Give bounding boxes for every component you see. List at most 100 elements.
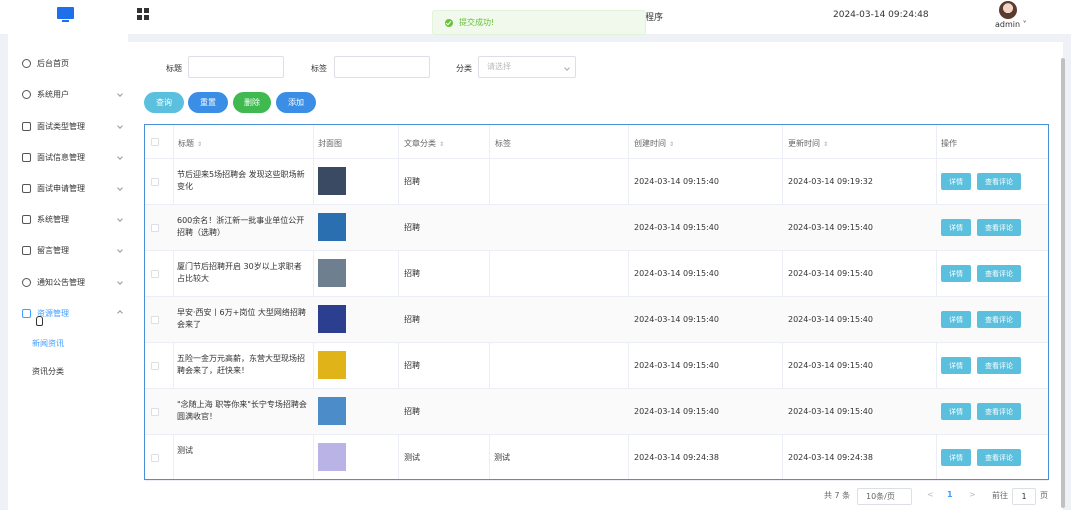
clock-icon [22,58,31,68]
table-row: 早安·西安丨6万+岗位 大型网络招聘会来了 招聘 2024-03-14 09:15:… [145,297,1048,343]
row-checkbox[interactable] [151,408,159,416]
sidebar-item-system-manage[interactable]: 系统管理 [22,212,130,226]
vertical-scrollbar[interactable] [1061,58,1065,508]
view-comments-button[interactable]: 查看评论 [977,449,1021,466]
row-checkbox[interactable] [151,362,159,370]
cell-title: 厦门节后招聘开启 30岁以上求职者占比较大 [177,262,302,283]
sort-icon: ⇕ [669,141,675,148]
row-checkbox[interactable] [151,454,159,462]
add-button[interactable]: 添加 [276,92,316,113]
chevron-down-icon [117,247,123,253]
th-ops: 操作 [941,139,957,148]
goto-page-input[interactable]: 1 [1012,488,1036,505]
sidebar-item-label: 面试信息管理 [37,152,85,162]
th-title[interactable]: 标题 ⇕ [178,138,202,149]
cell-updated-time: 2024-03-14 09:15:40 [788,269,873,278]
cell-updated-time: 2024-03-14 09:15:40 [788,223,873,232]
cover-thumbnail [318,397,346,425]
sidebar-item-home[interactable]: 后台首页 [22,56,130,70]
table-row: 600余名！浙江新一批事业单位公开招聘（选聘） 招聘 2024-03-14 09:1… [145,205,1048,251]
row-checkbox[interactable] [151,316,159,324]
table-row: 厦门节后招聘开启 30岁以上求职者占比较大 招聘 2024-03-14 09:15:… [145,251,1048,297]
table-row: "念随上海 职等你来"长宁专场招聘会圆满收官！ 招聘 2024-03-14 09:1… [145,389,1048,435]
cover-thumbnail [318,213,346,241]
row-checkbox[interactable] [151,224,159,232]
detail-button[interactable]: 详情 [941,219,971,236]
sidebar-item-interview-types[interactable]: 面试类型管理 [22,119,130,133]
sort-icon: ⇕ [439,141,445,148]
avatar[interactable] [999,1,1017,19]
page-size-select[interactable]: 10条/页 [857,488,912,505]
row-checkbox[interactable] [151,270,159,278]
row-checkbox[interactable] [151,178,159,186]
delete-button[interactable]: 删除 [233,92,271,113]
detail-button[interactable]: 详情 [941,357,971,374]
cell-updated-time: 2024-03-14 09:19:32 [788,177,873,186]
view-comments-button[interactable]: 查看评论 [977,311,1021,328]
cell-title: 节后迎来5场招聘会 发现这些职场新变化 [177,170,305,191]
sidebar-subitem-news[interactable]: 新闻资讯 [32,338,64,349]
folder-icon [22,308,31,318]
sidebar-item-label: 后台首页 [37,58,69,68]
sidebar-item-messages[interactable]: 留言管理 [22,243,130,257]
next-page-button[interactable]: > [969,490,976,499]
chevron-down-icon [117,216,123,222]
sidebar-subitem-news-category[interactable]: 资讯分类 [32,366,64,377]
chevron-down-icon [117,123,123,129]
th-updated[interactable]: 更新时间 ⇕ [788,138,828,149]
page-unit-label: 页 [1040,491,1048,500]
cell-created-time: 2024-03-14 09:15:40 [634,177,719,186]
detail-button[interactable]: 详情 [941,173,971,190]
view-comments-button[interactable]: 查看评论 [977,173,1021,190]
sidebar-item-system-users[interactable]: 系统用户 [22,87,130,101]
search-button[interactable]: 查询 [144,92,184,113]
check-circle-icon [445,18,453,27]
category-select[interactable]: 请选择 [478,56,576,78]
success-toast: 提交成功! [432,10,646,35]
detail-button[interactable]: 详情 [941,449,971,466]
cover-thumbnail [318,443,346,471]
cell-category: 招聘 [404,361,420,370]
table-row: 节后迎来5场招聘会 发现这些职场新变化 招聘 2024-03-14 09:15:40… [145,159,1048,205]
grid-menu-icon[interactable] [137,8,149,20]
chevron-down-icon [117,154,123,160]
user-menu[interactable]: admin ˅ [995,20,1027,29]
cell-tag: 测试 [494,453,510,462]
reset-button[interactable]: 重置 [188,92,228,113]
detail-button[interactable]: 详情 [941,265,971,282]
news-table: 标题 ⇕ 封面图 文章分类 ⇕ 标签 创建时间 ⇕ 更新时间 ⇕ 操作 节后迎来5场招聘… [144,124,1049,481]
monitor-icon[interactable] [57,7,74,22]
page-number-1[interactable]: 1 [947,490,953,499]
cell-category: 招聘 [404,315,420,324]
cell-title: "念随上海 职等你来"长宁专场招聘会圆满收官！ [177,400,307,421]
detail-button[interactable]: 详情 [941,311,971,328]
sidebar-item-label: 系统用户 [37,89,69,99]
view-comments-button[interactable]: 查看评论 [977,403,1021,420]
title-filter-input[interactable] [188,56,284,78]
header-title: 程序 [645,13,664,23]
message-icon [22,245,31,255]
th-cover: 封面图 [318,139,342,148]
th-created[interactable]: 创建时间 ⇕ [634,138,674,149]
sidebar-item-notices[interactable]: 通知公告管理 [22,275,130,289]
cell-category: 招聘 [404,223,420,232]
cell-created-time: 2024-03-14 09:15:40 [634,407,719,416]
tag-filter-input[interactable] [334,56,430,78]
sidebar-item-interview-apply[interactable]: 面试申请管理 [22,181,130,195]
select-all-checkbox[interactable] [151,138,159,146]
sidebar: 后台首页 系统用户 面试类型管理 面试信息管理 面试申请管理 系统管理 留言管理… [0,34,128,510]
sun-icon [22,277,31,287]
view-comments-button[interactable]: 查看评论 [977,265,1021,282]
user-icon [22,89,31,99]
document-icon [22,183,31,193]
cell-category: 招聘 [404,269,420,278]
sidebar-item-interview-info[interactable]: 面试信息管理 [22,150,130,164]
view-comments-button[interactable]: 查看评论 [977,219,1021,236]
prev-page-button[interactable]: < [927,490,934,499]
th-category[interactable]: 文章分类 ⇕ [404,138,444,149]
view-comments-button[interactable]: 查看评论 [977,357,1021,374]
detail-button[interactable]: 详情 [941,403,971,420]
chevron-down-icon [117,185,123,191]
sidebar-item-label: 面试申请管理 [37,183,85,193]
cell-created-time: 2024-03-14 09:15:40 [634,361,719,370]
